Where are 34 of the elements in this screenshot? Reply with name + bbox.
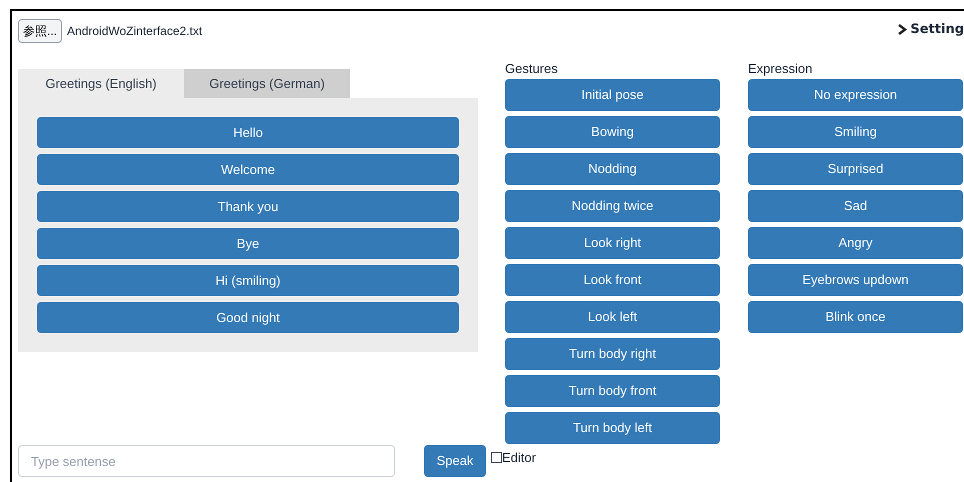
action-button[interactable]: Thank you <box>37 191 459 222</box>
action-button[interactable]: Turn body right <box>505 338 720 370</box>
sentence-input[interactable]: Type sentense <box>18 445 395 477</box>
setting-link[interactable]: Setting <box>898 20 964 40</box>
action-button[interactable]: Turn body left <box>505 412 720 444</box>
action-button[interactable]: Eyebrows updown <box>748 264 963 296</box>
action-button[interactable]: Initial pose <box>505 79 720 111</box>
action-button[interactable]: Sad <box>748 190 963 222</box>
action-button[interactable]: Look front <box>505 264 720 296</box>
action-button[interactable]: Nodding twice <box>505 190 720 222</box>
action-button[interactable]: Look right <box>505 227 720 259</box>
section-label: Gestures <box>505 60 559 77</box>
editor-checkbox[interactable] <box>491 452 502 464</box>
tab[interactable]: Greetings (German) <box>184 69 350 98</box>
action-button[interactable]: Look left <box>505 301 720 333</box>
tab[interactable]: Greetings (English) <box>18 69 184 98</box>
action-button[interactable]: Good night <box>37 302 459 333</box>
action-button[interactable]: Hi (smiling) <box>37 265 459 296</box>
action-button[interactable]: Angry <box>748 227 963 259</box>
action-button[interactable]: Nodding <box>505 153 720 185</box>
browse-button[interactable]: 参照... <box>18 19 62 43</box>
action-button[interactable]: Smiling <box>748 116 963 148</box>
action-button[interactable]: Bye <box>37 228 459 259</box>
action-button[interactable]: Turn body front <box>505 375 720 407</box>
editor-label: Editor <box>502 449 536 467</box>
file-name: AndroidWoZinterface2.txt <box>67 23 202 40</box>
action-button[interactable]: Hello <box>37 117 459 148</box>
speak-button[interactable]: Speak <box>424 445 486 477</box>
action-button[interactable]: Bowing <box>505 116 720 148</box>
action-button[interactable]: Surprised <box>748 153 963 185</box>
action-button[interactable]: Blink once <box>748 301 963 333</box>
action-button[interactable]: No expression <box>748 79 963 111</box>
action-button[interactable]: Welcome <box>37 154 459 185</box>
section-label: Expression <box>748 60 814 77</box>
